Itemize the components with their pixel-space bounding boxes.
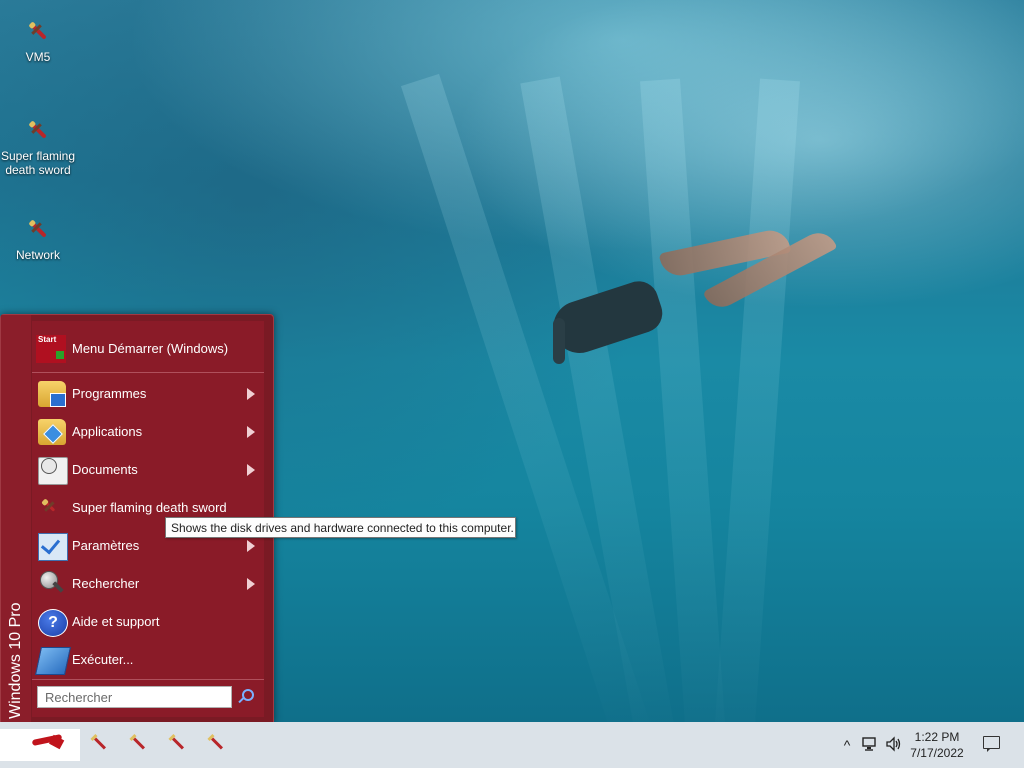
desktop-icon-network[interactable]: Network <box>0 218 76 262</box>
desktop-icon-label: Super flaming death sword <box>0 149 76 177</box>
programs-folder-icon <box>38 381 66 407</box>
sword-icon <box>171 737 185 750</box>
submenu-arrow-icon <box>247 426 255 438</box>
submenu-arrow-icon <box>247 464 255 476</box>
taskbar-pinned-sword[interactable] <box>206 734 228 756</box>
sword-icon <box>26 119 50 143</box>
sword-icon <box>38 495 66 521</box>
volume-icon[interactable] <box>885 736 903 754</box>
start-logo-icon <box>31 733 63 747</box>
submenu-arrow-icon <box>247 578 255 590</box>
desktop-icon-super-flaming-death-sword[interactable]: Super flaming death sword <box>0 119 76 177</box>
start-menu-header[interactable]: Start Menu Démarrer (Windows) <box>32 327 264 369</box>
menu-item-label: Programmes <box>72 386 147 401</box>
sword-icon <box>26 218 50 242</box>
menu-divider <box>32 372 264 373</box>
tooltip: Shows the disk drives and hardware conne… <box>165 517 516 538</box>
menu-item-label: Rechercher <box>72 576 140 591</box>
menu-item-applications[interactable]: Applications <box>32 413 264 451</box>
settings-icon <box>38 533 68 561</box>
clock-date: 7/17/2022 <box>910 746 964 760</box>
submenu-arrow-icon <box>247 540 255 552</box>
menu-item-programmes[interactable]: Programmes <box>32 375 264 413</box>
help-icon: ? <box>38 609 68 637</box>
taskbar-pinned-sword[interactable] <box>128 734 150 756</box>
search-magnifier-icon <box>38 571 66 597</box>
menu-item-executer[interactable]: Exécuter... <box>32 641 264 679</box>
network-icon[interactable] <box>862 736 880 754</box>
applications-folder-icon <box>38 419 66 445</box>
notification-center-icon[interactable] <box>983 736 1000 752</box>
menu-item-label: Applications <box>72 424 143 439</box>
taskbar-pinned-sword[interactable] <box>167 734 189 756</box>
menu-item-label: Paramètres <box>72 538 140 553</box>
menu-item-label: Super flaming death sword <box>72 500 227 515</box>
sword-icon <box>210 737 224 750</box>
edition-label: Windows 10 Pro <box>7 602 24 720</box>
run-icon <box>35 647 71 675</box>
desktop-icon-vm5[interactable]: VM5 <box>0 20 76 64</box>
taskbar-pinned-sword[interactable] <box>89 734 111 756</box>
taskbar-clock[interactable]: 1:22 PM 7/17/2022 <box>906 729 968 761</box>
sword-icon <box>26 20 50 44</box>
desktop-icon-label: Network <box>15 248 60 262</box>
submenu-arrow-icon <box>247 388 255 400</box>
menu-item-documents[interactable]: Documents <box>32 451 264 489</box>
sword-icon <box>132 737 146 750</box>
menu-item-aide-et-support[interactable]: ? Aide et support <box>32 603 264 641</box>
menu-item-label: Exécuter... <box>72 652 134 667</box>
tray-overflow-chevron-icon[interactable]: ^ <box>838 736 856 754</box>
start-button[interactable] <box>0 729 80 761</box>
documents-icon <box>38 457 68 485</box>
clock-time: 1:22 PM <box>914 730 960 744</box>
taskbar: ^ 1:22 PM 7/17/2022 <box>0 722 1024 768</box>
menu-item-label: Documents <box>72 462 138 477</box>
start-search-input[interactable]: Rechercher <box>37 686 232 708</box>
start-menu-side-strip: Windows 10 Pro <box>1 315 31 723</box>
sword-icon <box>93 737 107 750</box>
desktop-icon-label: VM5 <box>25 50 51 64</box>
menu-item-label: Aide et support <box>72 614 160 629</box>
swimmer-arm <box>553 318 565 364</box>
menu-divider <box>32 679 264 680</box>
start-menu-title: Menu Démarrer (Windows) <box>72 341 229 356</box>
menu-item-rechercher[interactable]: Rechercher <box>32 565 264 603</box>
light-ray <box>711 78 800 722</box>
start-logo-icon: Start <box>36 335 66 363</box>
search-icon[interactable] <box>238 689 254 705</box>
